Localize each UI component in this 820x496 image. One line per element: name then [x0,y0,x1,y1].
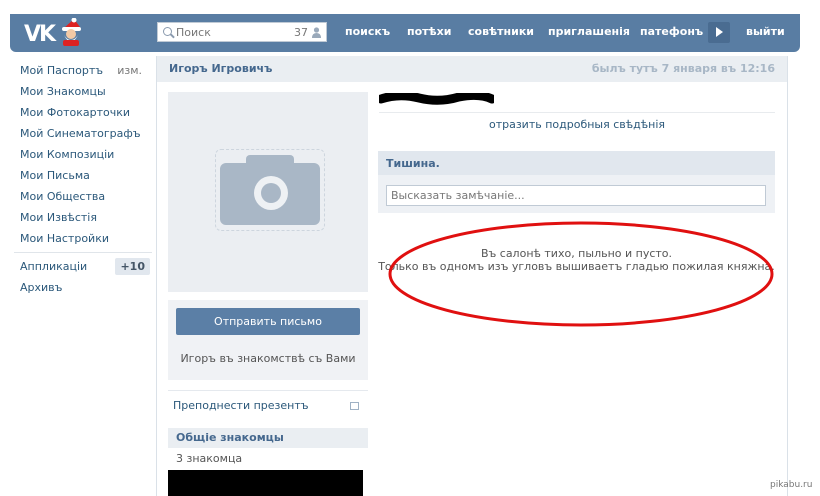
search-box[interactable]: 37 [157,22,327,42]
mutual-friends-header[interactable]: Общіе знакомцы [168,428,368,448]
wall-header: Тишина. [378,151,775,175]
vk-logo[interactable]: VK [24,18,84,48]
left-sidebar: Мой Паспортъ изм. Мои Знакомцы Мои Фоток… [14,60,152,298]
sidebar-item-audio[interactable]: Мои Композиціи [14,144,152,165]
play-icon[interactable] [708,22,730,43]
redacted-status-scribble [379,93,494,105]
profile-actions: Отправить письмо Игоръ въ знакомствѣ съ … [168,300,368,380]
logo-text: VK [24,22,56,47]
sidebar-item-passport[interactable]: Мой Паспортъ изм. [14,60,152,81]
nav-music[interactable]: патефонъ [640,14,703,52]
camera-icon [215,149,325,231]
divider [379,112,775,113]
mutual-friends-count: 3 знакомца [176,452,243,465]
edit-link[interactable]: изм. [117,60,142,81]
sidebar-item-messages[interactable]: Мои Письма [14,165,152,186]
nav-games[interactable]: потѣхи [407,14,451,52]
watermark: pikabu.ru [770,480,813,490]
sidebar-item-groups[interactable]: Мои Общества [14,186,152,207]
top-bar: VK 37 поискъ потѣхи совѣтники приглашені… [10,14,800,52]
sidebar-item-archive[interactable]: Архивъ [14,277,152,298]
nav-invitations[interactable]: приглашенія [548,14,630,52]
sidebar-item-apps[interactable]: Аппликаціи +10 [14,256,152,277]
online-count: 37 [294,26,308,39]
show-full-info-link[interactable]: отразить подробныя свѣдѣнія [379,118,775,131]
nav-logout[interactable]: выйти [746,14,785,52]
profile-photo-placeholder[interactable] [168,92,368,292]
santa-icon [62,18,81,46]
gift-icon [350,402,359,410]
sidebar-item-friends[interactable]: Мои Знакомцы [14,81,152,102]
sidebar-item-label: Мой Паспортъ [20,64,104,77]
nav-search[interactable]: поискъ [345,14,390,52]
search-icon [163,27,172,36]
sidebar-item-settings[interactable]: Мои Настройки [14,228,152,249]
sidebar-item-photos[interactable]: Мои Фотокарточки [14,102,152,123]
friend-status-text: Игоръ въ знакомствѣ съ Вами [180,352,356,365]
mutual-friends-title: Общіе знакомцы [176,431,284,444]
page-title: Игоръ Игровичъ [169,62,273,75]
red-annotation-ellipse [388,221,774,327]
person-icon [312,27,321,38]
apps-count-badge: +10 [115,258,150,275]
page-header: Игоръ Игровичъ былъ тутъ 7 января въ 12:… [157,56,787,82]
mutual-friends-redacted [168,470,363,496]
sidebar-item-news[interactable]: Мои Извѣстія [14,207,152,228]
sidebar-divider [14,252,152,253]
send-message-button[interactable]: Отправить письмо [176,308,360,335]
sidebar-item-label: Аппликаціи [20,260,88,273]
search-input[interactable] [176,24,286,40]
sidebar-item-videos[interactable]: Мой Синематографъ [14,123,152,144]
wall-post-input[interactable] [386,185,766,206]
last-seen-status: былъ тутъ 7 января въ 12:16 [591,62,775,75]
wall-title: Тишина. [386,157,440,170]
nav-advisers[interactable]: совѣтники [468,14,534,52]
gift-label: Преподнести презентъ [173,399,309,412]
send-gift-link[interactable]: Преподнести презентъ [168,390,368,421]
wall-post-form [378,175,775,213]
